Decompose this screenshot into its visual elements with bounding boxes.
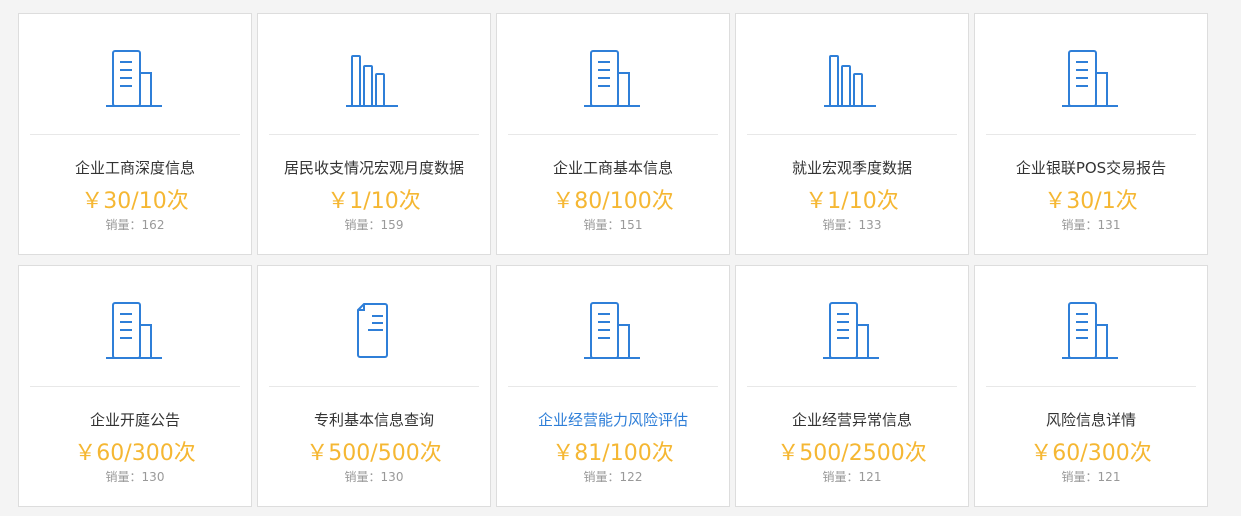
sales-count: 131: [1097, 218, 1121, 232]
product-title[interactable]: 企业工商基本信息: [497, 157, 729, 178]
sales-count: 130: [141, 470, 165, 484]
product-price: ￥500/2500次: [777, 441, 927, 466]
sales-label: 销量：: [1061, 470, 1098, 484]
product-sales: 销量：130: [19, 468, 251, 485]
product-card[interactable]: 企业工商深度信息 ￥30/10次 销量：162: [18, 13, 252, 255]
product-card[interactable]: 企业开庭公告 ￥60/300次 销量：130: [18, 265, 252, 507]
product-sales: 销量：121: [975, 468, 1207, 485]
product-title[interactable]: 风险信息详情: [975, 409, 1207, 430]
sales-label: 销量：: [105, 470, 142, 484]
product-card[interactable]: 居民收支情况宏观月度数据 ￥1/10次 销量：159: [257, 13, 491, 255]
divider: [30, 134, 240, 135]
divider: [986, 386, 1196, 387]
divider: [269, 386, 479, 387]
product-title[interactable]: 就业宏观季度数据: [736, 157, 968, 178]
product-title[interactable]: 企业工商深度信息: [19, 157, 251, 178]
sales-count: 151: [619, 218, 643, 232]
product-price: ￥500/500次: [306, 441, 442, 466]
product-sales: 销量：133: [736, 216, 968, 233]
product-price: ￥60/300次: [1030, 441, 1152, 466]
sales-count: 162: [141, 218, 165, 232]
product-card[interactable]: 就业宏观季度数据 ￥1/10次 销量：133: [735, 13, 969, 255]
sales-count: 159: [380, 218, 404, 232]
product-title[interactable]: 居民收支情况宏观月度数据: [258, 157, 490, 178]
sales-count: 122: [619, 470, 643, 484]
product-price: ￥1/10次: [805, 189, 899, 214]
product-title[interactable]: 企业银联POS交易报告: [975, 157, 1207, 178]
divider: [747, 386, 957, 387]
sales-label: 销量：: [822, 218, 859, 232]
product-sales: 销量：122: [497, 468, 729, 485]
sales-count: 121: [1097, 470, 1121, 484]
product-card[interactable]: 企业工商基本信息 ￥80/100次 销量：151: [496, 13, 730, 255]
product-title[interactable]: 企业开庭公告: [19, 409, 251, 430]
sales-label: 销量：: [822, 470, 859, 484]
product-grid: 企业工商深度信息 ￥30/10次 销量：162 居民收支情况宏观月度数据 ￥1/…: [18, 13, 1208, 507]
divider: [747, 134, 957, 135]
document-icon: [342, 300, 408, 362]
product-sales: 销量：162: [19, 216, 251, 233]
sales-label: 销量：: [344, 218, 381, 232]
product-price: ￥81/100次: [552, 441, 674, 466]
product-price: ￥30/1次: [1044, 189, 1138, 214]
divider: [508, 386, 718, 387]
product-title[interactable]: 企业经营异常信息: [736, 409, 968, 430]
building-icon: [1059, 48, 1125, 110]
product-sales: 销量：121: [736, 468, 968, 485]
product-card[interactable]: 专利基本信息查询 ￥500/500次 销量：130: [257, 265, 491, 507]
building-icon: [103, 48, 169, 110]
building-icon: [820, 300, 886, 362]
product-card[interactable]: 企业银联POS交易报告 ￥30/1次 销量：131: [974, 13, 1208, 255]
sales-count: 121: [858, 470, 882, 484]
product-card[interactable]: 风险信息详情 ￥60/300次 销量：121: [974, 265, 1208, 507]
product-price: ￥30/10次: [81, 189, 189, 214]
sales-count: 130: [380, 470, 404, 484]
product-title[interactable]: 企业经营能力风险评估: [497, 409, 729, 430]
product-sales: 销量：131: [975, 216, 1207, 233]
product-sales: 销量：159: [258, 216, 490, 233]
product-sales: 销量：151: [497, 216, 729, 233]
building-icon: [581, 48, 647, 110]
sales-label: 销量：: [583, 218, 620, 232]
building-icon: [1059, 300, 1125, 362]
product-title[interactable]: 专利基本信息查询: [258, 409, 490, 430]
product-card[interactable]: 企业经营异常信息 ￥500/2500次 销量：121: [735, 265, 969, 507]
sales-label: 销量：: [344, 470, 381, 484]
bar-chart-icon: [342, 48, 408, 110]
product-card[interactable]: 企业经营能力风险评估 ￥81/100次 销量：122: [496, 265, 730, 507]
building-icon: [103, 300, 169, 362]
building-icon: [581, 300, 647, 362]
bar-chart-icon: [820, 48, 886, 110]
divider: [269, 134, 479, 135]
product-price: ￥80/100次: [552, 189, 674, 214]
sales-label: 销量：: [583, 470, 620, 484]
product-sales: 销量：130: [258, 468, 490, 485]
divider: [986, 134, 1196, 135]
sales-label: 销量：: [1061, 218, 1098, 232]
sales-count: 133: [858, 218, 882, 232]
product-price: ￥60/300次: [74, 441, 196, 466]
divider: [30, 386, 240, 387]
product-price: ￥1/10次: [327, 189, 421, 214]
divider: [508, 134, 718, 135]
sales-label: 销量：: [105, 218, 142, 232]
